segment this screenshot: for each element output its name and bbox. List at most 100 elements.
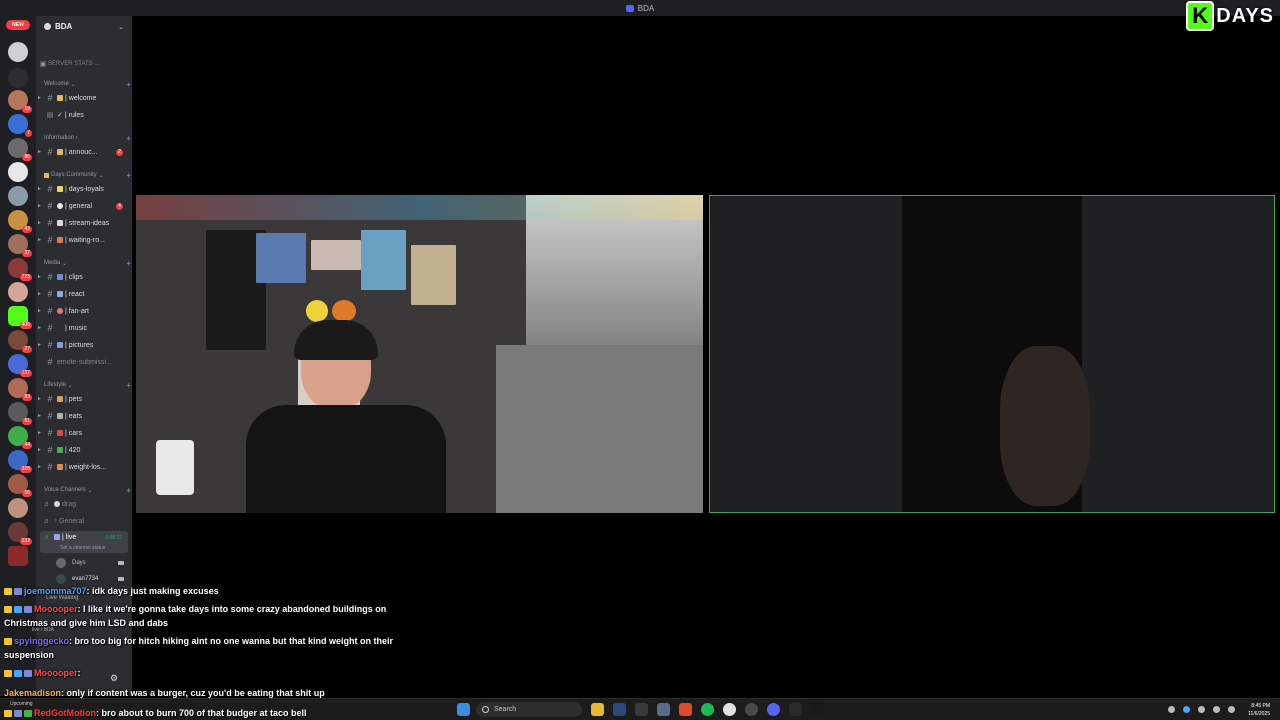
category-community[interactable]: Days Community ⌄ + bbox=[36, 168, 132, 182]
poster bbox=[361, 230, 406, 290]
speaker-icon[interactable] bbox=[1213, 706, 1220, 713]
channel-clips[interactable]: ► # | clips bbox=[36, 270, 132, 284]
mention-badge: 2 bbox=[116, 148, 123, 156]
chat-message: Mooooper: bbox=[4, 666, 424, 680]
channel-fan-art[interactable]: ► # | fan-art bbox=[36, 304, 132, 318]
voice-member[interactable]: Days bbox=[56, 556, 128, 570]
voice-channel-live[interactable]: ♬ | live 1:08:22 Set a channel status bbox=[40, 531, 128, 553]
server-icon[interactable]: 7 bbox=[8, 114, 32, 137]
channel-announcements[interactable]: ► # | annouc... 2 bbox=[36, 145, 132, 159]
channel-status[interactable]: Set a channel status bbox=[60, 545, 105, 551]
hash-icon: # bbox=[47, 340, 53, 350]
sub-badge-icon bbox=[24, 606, 32, 614]
add-channel-icon[interactable]: + bbox=[126, 259, 131, 268]
server-icon[interactable] bbox=[8, 162, 28, 182]
sub-badge-icon bbox=[14, 606, 22, 614]
voice-channel-general[interactable]: ♬ ♪ General bbox=[36, 514, 132, 528]
upcoming-widget[interactable]: Upcoming bbox=[10, 701, 33, 707]
hash-icon: # bbox=[47, 462, 53, 472]
server-icon[interactable]: 406 bbox=[8, 306, 32, 329]
channel-cars[interactable]: ► # | cars bbox=[36, 426, 132, 440]
server-header[interactable]: BDA bbox=[44, 22, 72, 31]
server-icon[interactable]: 56 bbox=[8, 474, 32, 497]
channel-emote-submissions[interactable]: # emote-submissi... bbox=[36, 355, 132, 369]
server-icon[interactable]: 43 bbox=[8, 210, 32, 233]
brave-icon[interactable] bbox=[679, 703, 692, 716]
server-icon[interactable]: 19 bbox=[8, 90, 32, 113]
voice-channel-drag[interactable]: ♬ drag bbox=[36, 497, 132, 511]
channel-waiting-room[interactable]: ► # | waiting-ro... bbox=[36, 233, 132, 247]
server-icon[interactable]: 83 bbox=[8, 378, 32, 401]
server-icon[interactable] bbox=[8, 186, 28, 206]
settings-icon[interactable] bbox=[657, 703, 670, 716]
channel-general[interactable]: ► # | general 4 bbox=[36, 199, 132, 213]
sub-badge-icon bbox=[14, 710, 22, 718]
server-icon[interactable]: 61 bbox=[8, 402, 32, 425]
channel-rules[interactable]: ▤ ✓ | rules bbox=[36, 108, 132, 122]
video-tile-guest[interactable] bbox=[709, 195, 1275, 513]
server-icon[interactable] bbox=[8, 282, 28, 302]
server-icon[interactable] bbox=[8, 68, 28, 88]
channel-eats[interactable]: ► # | eats bbox=[36, 409, 132, 423]
steam-icon[interactable] bbox=[613, 703, 626, 716]
server-icon[interactable] bbox=[8, 498, 28, 518]
terminal-icon[interactable] bbox=[789, 703, 802, 716]
server-icon[interactable]: 132 bbox=[8, 522, 32, 545]
leaf-icon bbox=[57, 447, 63, 453]
discord-icon[interactable] bbox=[767, 703, 780, 716]
add-channel-icon[interactable]: + bbox=[126, 381, 131, 390]
channel-music[interactable]: ► # | music bbox=[36, 321, 132, 335]
server-stats-channel[interactable]: ▣ SERVER STATS ... bbox=[36, 57, 132, 71]
video-tile-streamer[interactable] bbox=[136, 195, 703, 513]
channel-stream-ideas[interactable]: ► # | stream-ideas bbox=[36, 216, 132, 230]
add-channel-icon[interactable]: + bbox=[126, 171, 131, 180]
category-information[interactable]: Information › + bbox=[36, 131, 132, 145]
add-channel-icon[interactable]: + bbox=[126, 80, 131, 89]
channel-weight-loss[interactable]: ► # | weight-los... bbox=[36, 460, 132, 474]
channel-days-loyals[interactable]: ► # | days-loyals bbox=[36, 182, 132, 196]
server-icon[interactable]: 27 bbox=[8, 330, 32, 353]
category-lifestyle[interactable]: Lifestyle ⌄ + bbox=[36, 378, 132, 392]
app-icon[interactable] bbox=[811, 703, 824, 716]
taskbar-clock[interactable]: 8:45 PM 11/6/2025 bbox=[1248, 702, 1270, 718]
server-icon[interactable]: 86 bbox=[8, 138, 32, 161]
file-explorer-icon[interactable] bbox=[591, 703, 604, 716]
chrome-icon[interactable] bbox=[723, 703, 736, 716]
avatar bbox=[56, 558, 66, 568]
obs-icon[interactable] bbox=[745, 703, 758, 716]
wifi-icon[interactable] bbox=[1228, 706, 1235, 713]
taskbar-search[interactable]: Search bbox=[476, 702, 582, 717]
add-channel-icon[interactable]: + bbox=[126, 486, 131, 495]
server-icon[interactable]: 723 bbox=[8, 258, 32, 281]
crown-badge-icon bbox=[4, 670, 12, 678]
windows-start-icon[interactable] bbox=[457, 703, 470, 716]
chevron-up-icon[interactable] bbox=[1168, 706, 1175, 713]
chevron-down-icon[interactable]: ⌄ bbox=[118, 23, 124, 31]
server-icon[interactable]: 328 bbox=[8, 450, 32, 473]
server-icon[interactable] bbox=[8, 42, 28, 62]
server-icon[interactable]: 44 bbox=[8, 426, 32, 449]
channel-react[interactable]: ► # | react bbox=[36, 287, 132, 301]
hash-icon: # bbox=[47, 394, 53, 404]
channel-420[interactable]: ► # | 420 bbox=[36, 443, 132, 457]
app-icon[interactable] bbox=[635, 703, 648, 716]
spotify-icon[interactable] bbox=[701, 703, 714, 716]
network-tray-icon[interactable] bbox=[1183, 706, 1190, 713]
hash-icon: # bbox=[47, 289, 53, 299]
microphone-icon[interactable] bbox=[1198, 706, 1205, 713]
server-icon[interactable]: 137 bbox=[8, 354, 32, 377]
category-welcome[interactable]: Welcome ⌄ + bbox=[36, 77, 132, 91]
runner-icon bbox=[57, 464, 63, 470]
hash-icon: # bbox=[47, 323, 53, 333]
category-media[interactable]: Media ⌄ + bbox=[36, 256, 132, 270]
sub-badge-icon bbox=[24, 670, 32, 678]
server-icon[interactable] bbox=[8, 546, 28, 566]
add-channel-icon[interactable]: + bbox=[126, 134, 131, 143]
server-icon[interactable]: 37 bbox=[8, 234, 32, 257]
notepad-icon bbox=[57, 220, 63, 226]
hash-icon: # bbox=[47, 306, 53, 316]
category-voice[interactable]: Voice Channels ⌄ + bbox=[36, 483, 132, 497]
channel-pets[interactable]: ► # | pets bbox=[36, 392, 132, 406]
channel-pictures[interactable]: ► # | pictures bbox=[36, 338, 132, 352]
channel-welcome[interactable]: ► # | welcome bbox=[36, 91, 132, 105]
